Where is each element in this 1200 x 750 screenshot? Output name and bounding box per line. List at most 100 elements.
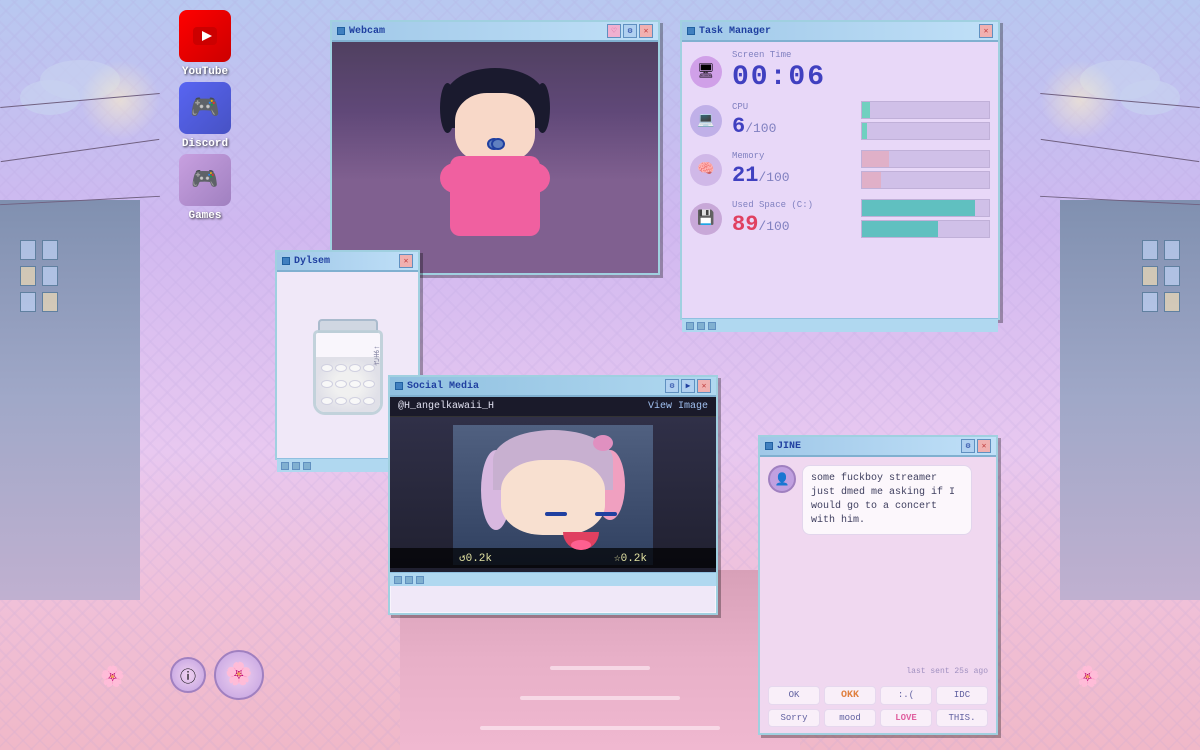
socialmedia-close-btn[interactable]: ✕ <box>697 379 711 393</box>
memory-row: 🧠 Memory 21 /100 <box>690 150 990 189</box>
notification-icon[interactable]: ⓘ <box>170 657 206 693</box>
street-decor-right: 🌸 <box>1075 664 1100 690</box>
cpu-bar-2-fill <box>862 123 867 139</box>
webcam-buttons: ♡ ⚙ ✕ <box>607 24 653 38</box>
memory-bar-fill <box>862 151 889 167</box>
cpu-row: 💻 CPU 6 /100 <box>690 101 990 140</box>
screen-time-info: Screen Time 00:06 <box>732 50 990 93</box>
social-eyes <box>545 512 617 516</box>
footer-dot-3 <box>708 322 716 330</box>
cpu-bar-2 <box>861 122 990 140</box>
pill <box>321 380 333 388</box>
taskmanager-footer <box>682 318 998 332</box>
disk-bar <box>861 199 990 217</box>
screen-time-row: 🖥 Screen Time 00:06 <box>690 50 990 93</box>
titlebar-dot <box>337 27 345 35</box>
memory-value: 21 <box>732 163 758 188</box>
social-username: @H_angelkawaii_H <box>398 401 494 412</box>
jine-message-bubble: some fuckboy streamer just dmed me askin… <box>802 465 972 535</box>
footer-dot-1 <box>281 462 289 470</box>
cpu-bar-fill <box>862 102 870 118</box>
socialmedia-title: Social Media <box>407 381 661 392</box>
desktop-icons: YouTube 🎮 Discord 🎮 Games <box>170 10 240 222</box>
taskmanager-content: 🖥 Screen Time 00:06 💻 CPU 6 /100 <box>682 42 998 318</box>
cpu-value: 6 <box>732 114 745 139</box>
disk-bars <box>861 199 990 238</box>
anime-character <box>435 68 555 268</box>
taskmanager-close-btn[interactable]: ✕ <box>979 24 993 38</box>
youtube-icon[interactable]: YouTube <box>170 10 240 78</box>
socialmedia-play-btn[interactable]: ▶ <box>681 379 695 393</box>
jine-titlebar: JINE ⚙ ✕ <box>760 437 996 457</box>
socialmedia-buttons: ⚙ ▶ ✕ <box>665 379 711 393</box>
reaction-love[interactable]: LOVE <box>880 709 932 727</box>
taskmanager-title: Task Manager <box>699 26 975 37</box>
memory-max: /100 <box>758 170 789 185</box>
streetlight-glow-right <box>1040 60 1120 140</box>
social-mouth <box>563 532 599 550</box>
dylsem-title: Dylsem <box>294 256 395 267</box>
pill <box>349 364 361 372</box>
cpu-bar <box>861 101 990 119</box>
social-eye-right <box>595 512 617 516</box>
cloud <box>1120 80 1180 115</box>
right-buildings <box>1060 200 1200 600</box>
jar-label: さま↑ <box>372 345 383 366</box>
jine-timestamp: last sent 25s ago <box>760 667 996 680</box>
titlebar-dot <box>765 442 773 450</box>
footer-dot-2 <box>292 462 300 470</box>
footer-dot-3 <box>416 576 424 584</box>
view-image-button[interactable]: View Image <box>648 401 708 412</box>
taskmanager-buttons: ✕ <box>979 24 993 38</box>
titlebar-dot <box>282 257 290 265</box>
footer-dot-1 <box>394 576 402 584</box>
reaction-idc[interactable]: IDC <box>936 686 988 705</box>
memory-bar-2-fill <box>862 172 881 188</box>
screen-time-label: Screen Time <box>732 50 990 60</box>
jine-title: JINE <box>777 441 957 452</box>
youtube-label: YouTube <box>182 66 228 78</box>
memory-bars <box>861 150 990 189</box>
pill <box>335 397 347 405</box>
youtube-icon-img <box>179 10 231 62</box>
webcam-settings-btn[interactable]: ⚙ <box>623 24 637 38</box>
jine-settings-btn[interactable]: ⚙ <box>961 439 975 453</box>
disk-label: Used Space (C:) <box>732 200 861 210</box>
char-eye-right <box>491 138 505 150</box>
socialmedia-image: ↺0.2k ☆0.2k <box>390 417 716 572</box>
webcam-heart-btn[interactable]: ♡ <box>607 24 621 38</box>
games-icon-img: 🎮 <box>179 154 231 206</box>
pill <box>335 364 347 372</box>
memory-value-row: 21 /100 <box>732 163 861 188</box>
start-area: ⓘ 🌸 <box>170 650 264 700</box>
titlebar-dot <box>395 382 403 390</box>
games-icon[interactable]: 🎮 Games <box>170 154 240 222</box>
footer-dot-2 <box>405 576 413 584</box>
dylsem-close-btn[interactable]: ✕ <box>399 254 413 268</box>
social-anime-character <box>453 425 653 565</box>
discord-icon-img: 🎮 <box>179 82 231 134</box>
reaction-sorry[interactable]: Sorry <box>768 709 820 727</box>
pill <box>349 397 361 405</box>
jine-close-btn[interactable]: ✕ <box>977 439 991 453</box>
reaction-this[interactable]: THIS. <box>936 709 988 727</box>
disk-info: Used Space (C:) 89 /100 <box>732 200 861 237</box>
memory-label: Memory <box>732 151 861 161</box>
cpu-value-row: 6 /100 <box>732 114 861 139</box>
character-icon[interactable]: 🌸 <box>214 650 264 700</box>
reaction-ok[interactable]: OK <box>768 686 820 705</box>
webcam-close-btn[interactable]: ✕ <box>639 24 653 38</box>
disk-value: 89 <box>732 212 758 237</box>
social-face <box>501 460 605 535</box>
jar-contents <box>316 357 380 412</box>
discord-icon[interactable]: 🎮 Discord <box>170 82 240 150</box>
reaction-okk[interactable]: OKK <box>824 686 876 705</box>
reaction-mood[interactable]: mood <box>824 709 876 727</box>
jine-reactions: OK OKK :.( IDC Sorry mood LOVE THIS. <box>760 680 996 733</box>
reaction-cry[interactable]: :.( <box>880 686 932 705</box>
socialmedia-settings-btn[interactable]: ⚙ <box>665 379 679 393</box>
footer-dot-2 <box>697 322 705 330</box>
webcam-video <box>332 42 658 273</box>
cloud <box>20 80 80 115</box>
taskmanager-titlebar: Task Manager ✕ <box>682 22 998 42</box>
